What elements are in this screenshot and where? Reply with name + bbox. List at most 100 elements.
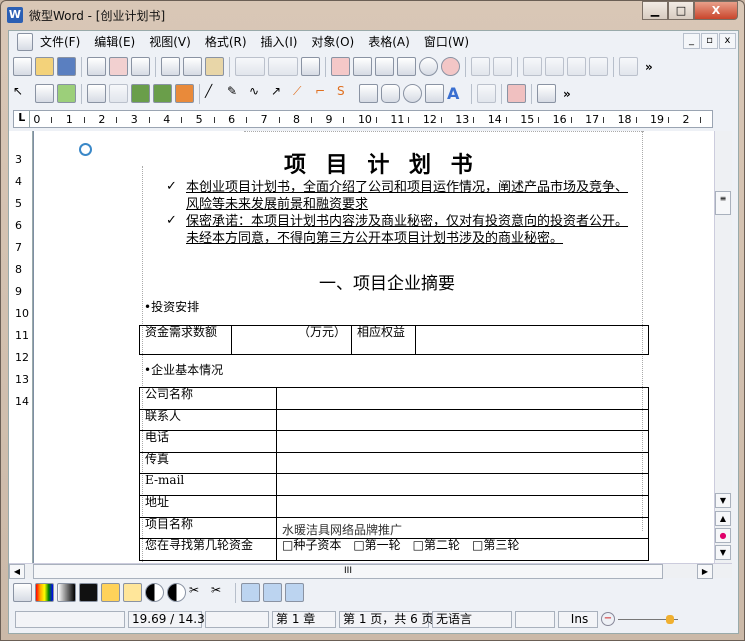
two-pages-icon[interactable] xyxy=(397,57,416,76)
table-cell[interactable] xyxy=(415,325,649,355)
menu-view[interactable]: 视图(V) xyxy=(142,33,198,50)
table-cell[interactable]: 电话 xyxy=(139,430,277,453)
minimize-button[interactable]: ▁ xyxy=(642,1,668,20)
vertical-scrollbar[interactable]: ≡ ▼ ▲ ● ▼ xyxy=(714,131,732,563)
properties-icon[interactable] xyxy=(537,84,556,103)
p-chart-icon[interactable] xyxy=(153,84,172,103)
rectangle-icon[interactable] xyxy=(359,84,378,103)
tools-icon[interactable] xyxy=(619,57,638,76)
doc-close-button[interactable]: x xyxy=(719,33,736,49)
redo-icon[interactable] xyxy=(268,57,298,76)
table-cell[interactable]: 传真 xyxy=(139,451,277,475)
tab-stop-selector[interactable]: L xyxy=(14,111,31,127)
color-icon[interactable] xyxy=(35,583,54,602)
zoom-icon[interactable] xyxy=(419,57,438,76)
scroll-right-button[interactable]: ▶ xyxy=(697,564,713,579)
menu-insert[interactable]: 插入(I) xyxy=(254,33,305,50)
new-icon[interactable] xyxy=(13,57,32,76)
table-cell[interactable]: 相应权益 xyxy=(351,325,416,355)
grayscale-icon[interactable] xyxy=(57,583,76,602)
toolbar-more-icon[interactable]: » xyxy=(563,87,571,101)
letter-icon[interactable] xyxy=(589,57,608,76)
image-icon[interactable] xyxy=(57,84,76,103)
menu-edit[interactable]: 编辑(E) xyxy=(87,33,142,50)
save-icon[interactable] xyxy=(57,57,76,76)
brightness-down-icon[interactable] xyxy=(123,583,142,602)
pencil-icon[interactable]: ✎ xyxy=(227,84,246,103)
vertical-ruler[interactable]: 3 4 5 6 7 8 9 10 11 12 13 14 xyxy=(9,131,33,563)
spellcheck-icon[interactable] xyxy=(523,57,542,76)
group-icon[interactable] xyxy=(477,84,496,103)
ellipse-icon[interactable] xyxy=(403,84,422,103)
table-cell[interactable] xyxy=(276,408,649,432)
ole-icon[interactable] xyxy=(87,84,106,103)
contrast-down-icon[interactable] xyxy=(167,583,186,602)
horizontal-ruler[interactable]: L 0 1 2 3 4 5 6 7 8 9 10 11 12 13 14 15 16 17 18 19 2 xyxy=(13,110,713,128)
zoom-slider-thumb[interactable] xyxy=(666,614,674,624)
zoom-percent-icon[interactable] xyxy=(441,57,460,76)
table-cell[interactable] xyxy=(276,451,649,475)
close-button[interactable]: X xyxy=(694,1,738,20)
table-cell[interactable]: 公司名称 xyxy=(139,387,277,410)
open-icon[interactable] xyxy=(35,57,54,76)
copy-icon[interactable] xyxy=(183,57,202,76)
chart-icon[interactable] xyxy=(545,57,564,76)
shapes-icon[interactable] xyxy=(425,84,444,103)
toolbar-more-icon[interactable]: » xyxy=(645,60,653,74)
maximize-button[interactable]: □ xyxy=(668,1,694,20)
table-cell[interactable] xyxy=(276,494,649,518)
table-cell[interactable]: 联系人 xyxy=(139,408,277,432)
formula-icon[interactable] xyxy=(109,84,128,103)
print-preview-icon[interactable] xyxy=(131,57,150,76)
doc-minimize-button[interactable]: _ xyxy=(683,33,700,49)
arrow-icon[interactable]: ↗ xyxy=(271,84,290,103)
table-cell[interactable]: （万元） xyxy=(231,325,352,355)
table-cell[interactable] xyxy=(276,473,649,496)
prev-page-button[interactable]: ▲ xyxy=(715,511,731,526)
table-cell[interactable]: E-mail xyxy=(139,473,277,496)
scroll-down-button[interactable]: ▼ xyxy=(715,493,731,508)
paste-icon[interactable] xyxy=(205,57,224,76)
rotate-left-icon[interactable] xyxy=(263,583,282,602)
table-cell[interactable]: 地址 xyxy=(139,494,277,518)
brightness-up-icon[interactable] xyxy=(101,583,120,602)
doc-restore-button[interactable]: ▫ xyxy=(701,33,718,49)
print-icon[interactable] xyxy=(87,57,106,76)
s-object-icon[interactable] xyxy=(175,84,194,103)
black-white-icon[interactable] xyxy=(79,583,98,602)
font-icon[interactable] xyxy=(471,57,490,76)
menu-file[interactable]: 文件(F) xyxy=(33,33,87,50)
menu-table[interactable]: 表格(A) xyxy=(361,33,417,50)
image-tools-icon[interactable] xyxy=(13,583,32,602)
textbox-icon[interactable] xyxy=(35,84,54,103)
pdf-icon[interactable] xyxy=(109,57,128,76)
menu-format[interactable]: 格式(R) xyxy=(198,33,254,50)
connector-elbow-icon[interactable]: ⌐ xyxy=(315,84,334,103)
reset-image-icon[interactable] xyxy=(285,583,304,602)
document-area[interactable]: 3 4 5 6 7 8 9 10 11 12 13 14 项 目 计 划 书 ✓ 本创业项目计划书，全… xyxy=(9,131,714,563)
next-page-button[interactable]: ▼ xyxy=(715,545,731,560)
table-cell[interactable]: 水暖洁具网络品牌推广 xyxy=(276,516,649,540)
cut-icon[interactable] xyxy=(161,57,180,76)
table-cell[interactable]: 您在寻找第几轮资金 xyxy=(139,538,277,561)
paragraph-icon[interactable] xyxy=(493,57,512,76)
status-insert-mode[interactable]: Ins xyxy=(558,610,598,628)
table-cell[interactable]: □种子资本 □第一轮 □第二轮 □第三轮 xyxy=(276,538,649,561)
actual-size-icon[interactable] xyxy=(331,57,350,76)
crop-up-icon[interactable]: ✂ xyxy=(189,583,208,602)
single-page-icon[interactable] xyxy=(375,57,394,76)
wordart-icon[interactable]: A xyxy=(447,84,466,103)
menu-window[interactable]: 窗口(W) xyxy=(417,33,476,50)
table-cell[interactable]: 资金需求数额 xyxy=(139,325,232,355)
table-cell[interactable] xyxy=(276,387,649,410)
connector-straight-icon[interactable]: ⟋ xyxy=(293,84,312,103)
table-cell[interactable]: 项目名称 xyxy=(139,516,277,540)
select-arrow-icon[interactable]: ↖ xyxy=(13,84,32,103)
document-page[interactable]: 项 目 计 划 书 ✓ 本创业项目计划书，全面介绍了公司和项目运作情况，阐述产品… xyxy=(34,131,714,563)
connector-curve-icon[interactable]: S xyxy=(337,84,356,103)
order-icon[interactable] xyxy=(507,84,526,103)
undo-icon[interactable] xyxy=(235,57,265,76)
scroll-thumb[interactable]: ≡ xyxy=(715,191,731,215)
table-cell[interactable] xyxy=(276,430,649,453)
browse-object-button[interactable]: ● xyxy=(715,528,731,543)
